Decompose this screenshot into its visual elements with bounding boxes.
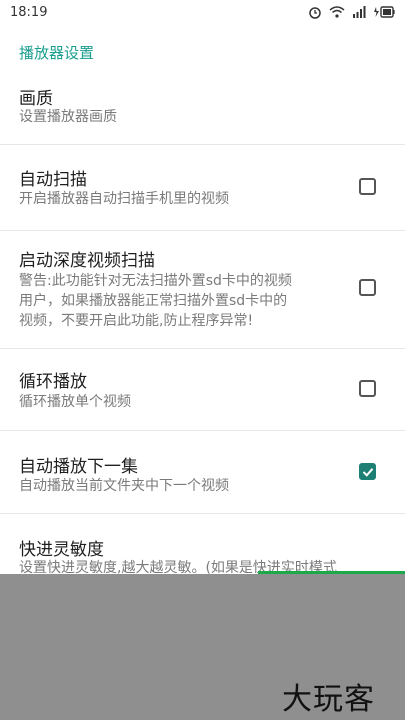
pref-summary: 循环播放单个视频 <box>19 394 131 410</box>
pref-auto-scan[interactable]: 自动扫描 开启播放器自动扫描手机里的视频 <box>0 145 405 231</box>
pref-title: 循环播放 <box>19 372 87 392</box>
pref-autoplay-next[interactable]: 自动播放下一集 自动播放当前文件夹中下一个视频 <box>0 431 405 514</box>
pref-summary-line-2: 用户，如果播放器能正常扫描外置sd卡中的 <box>19 293 288 309</box>
pref-summary-line-1: 警告:此功能针对无法扫描外置sd卡中的视频 <box>19 273 292 289</box>
pref-title: 快进灵敏度 <box>19 540 104 560</box>
status-icons <box>308 5 395 19</box>
pref-deep-scan[interactable]: 启动深度视频扫描 警告:此功能针对无法扫描外置sd卡中的视频 用户，如果播放器能… <box>0 231 405 349</box>
pref-title: 画质 <box>19 89 53 109</box>
status-bar: 18:19 <box>0 0 405 24</box>
status-time: 18:19 <box>10 4 48 20</box>
pref-loop-play[interactable]: 循环播放 循环播放单个视频 <box>0 349 405 431</box>
pref-summary: 开启播放器自动扫描手机里的视频 <box>19 191 229 207</box>
section-title-player-settings: 播放器设置 <box>19 44 95 62</box>
pref-summary: 自动播放当前文件夹中下一个视频 <box>19 478 229 494</box>
pref-quality[interactable]: 画质 设置播放器画质 <box>0 74 405 145</box>
pref-summary-line-3: 视频，不要开启此功能,防止程序异常! <box>19 313 254 329</box>
autoplay-next-checkbox[interactable] <box>359 463 376 480</box>
loop-play-checkbox[interactable] <box>359 380 376 397</box>
watermark-logo: 大玩客 <box>282 682 375 717</box>
battery-icon <box>374 6 395 18</box>
signal-icon <box>353 6 366 18</box>
alarm-icon <box>309 7 321 19</box>
checkmark-icon <box>362 468 374 477</box>
pref-title: 自动扫描 <box>19 170 87 190</box>
pref-title: 自动播放下一集 <box>19 457 138 477</box>
auto-scan-checkbox[interactable] <box>359 178 376 195</box>
wifi-icon <box>329 6 345 18</box>
deep-scan-checkbox[interactable] <box>359 279 376 296</box>
pref-title: 启动深度视频扫描 <box>19 251 155 271</box>
pref-summary: 设置播放器画质 <box>19 109 117 125</box>
